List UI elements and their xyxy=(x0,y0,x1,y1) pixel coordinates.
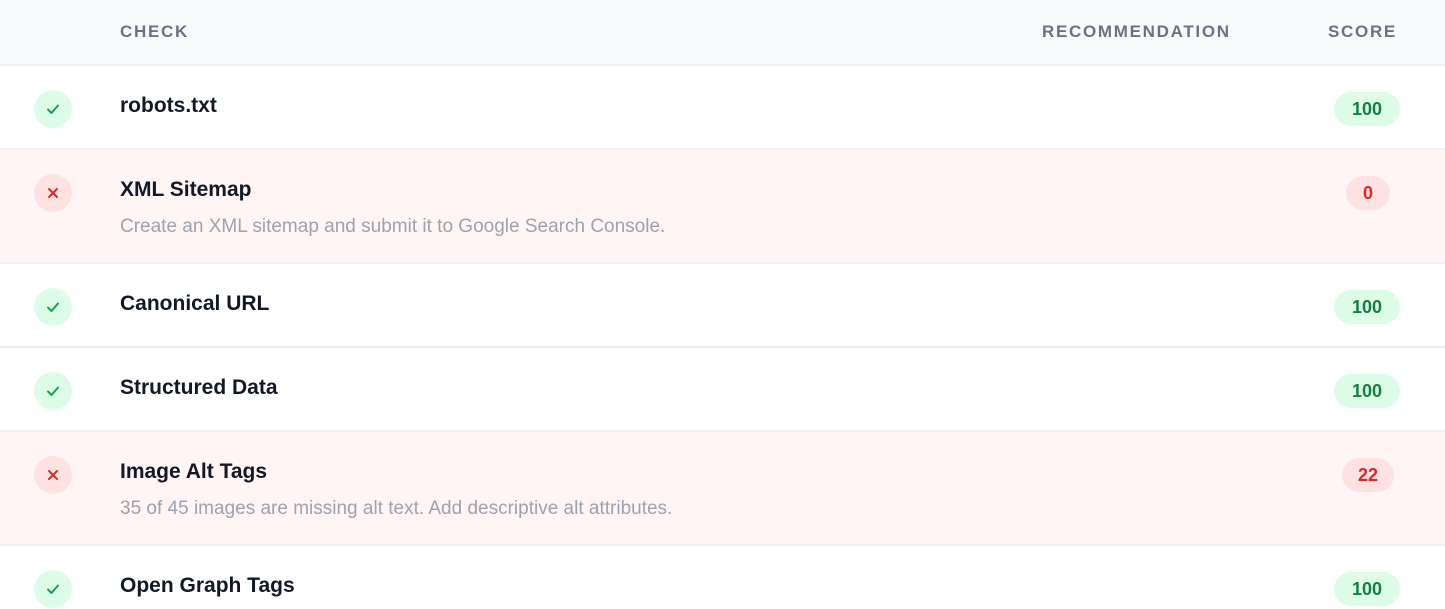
table-row: Canonical URL 100 xyxy=(0,264,1445,348)
check-title: Canonical URL xyxy=(120,292,270,315)
table-row: Structured Data 100 xyxy=(0,348,1445,432)
table-row: Open Graph Tags 100 xyxy=(0,546,1445,608)
check-icon xyxy=(34,570,72,608)
x-icon xyxy=(34,456,72,494)
column-header-recommendation: RECOMMENDATION xyxy=(1042,22,1231,41)
column-header-check: CHECK xyxy=(120,22,189,41)
score-badge: 22 xyxy=(1342,458,1394,492)
check-title: Image Alt Tags xyxy=(120,460,268,483)
check-icon xyxy=(34,372,72,410)
score-badge: 100 xyxy=(1334,92,1400,126)
score-badge: 100 xyxy=(1334,290,1400,324)
table-row: XML Sitemap Create an XML sitemap and su… xyxy=(0,150,1445,264)
check-icon xyxy=(34,288,72,326)
check-title: robots.txt xyxy=(120,94,217,117)
check-icon xyxy=(34,90,72,128)
check-title: Structured Data xyxy=(120,376,278,399)
column-header-score: SCORE xyxy=(1328,22,1397,41)
check-title: XML Sitemap xyxy=(120,178,252,201)
score-badge: 100 xyxy=(1334,572,1400,606)
score-badge: 100 xyxy=(1334,374,1400,408)
table-row: Image Alt Tags 35 of 45 images are missi… xyxy=(0,432,1445,546)
x-icon xyxy=(34,174,72,212)
table-row: robots.txt 100 xyxy=(0,66,1445,150)
check-title: Open Graph Tags xyxy=(120,574,295,597)
check-recommendation: Create an XML sitemap and submit it to G… xyxy=(120,216,666,237)
seo-checks-table: CHECK RECOMMENDATION SCORE robots.txt 10… xyxy=(0,0,1445,608)
table-header: CHECK RECOMMENDATION SCORE xyxy=(0,0,1445,66)
check-recommendation: 35 of 45 images are missing alt text. Ad… xyxy=(120,498,673,519)
score-badge: 0 xyxy=(1346,176,1390,210)
